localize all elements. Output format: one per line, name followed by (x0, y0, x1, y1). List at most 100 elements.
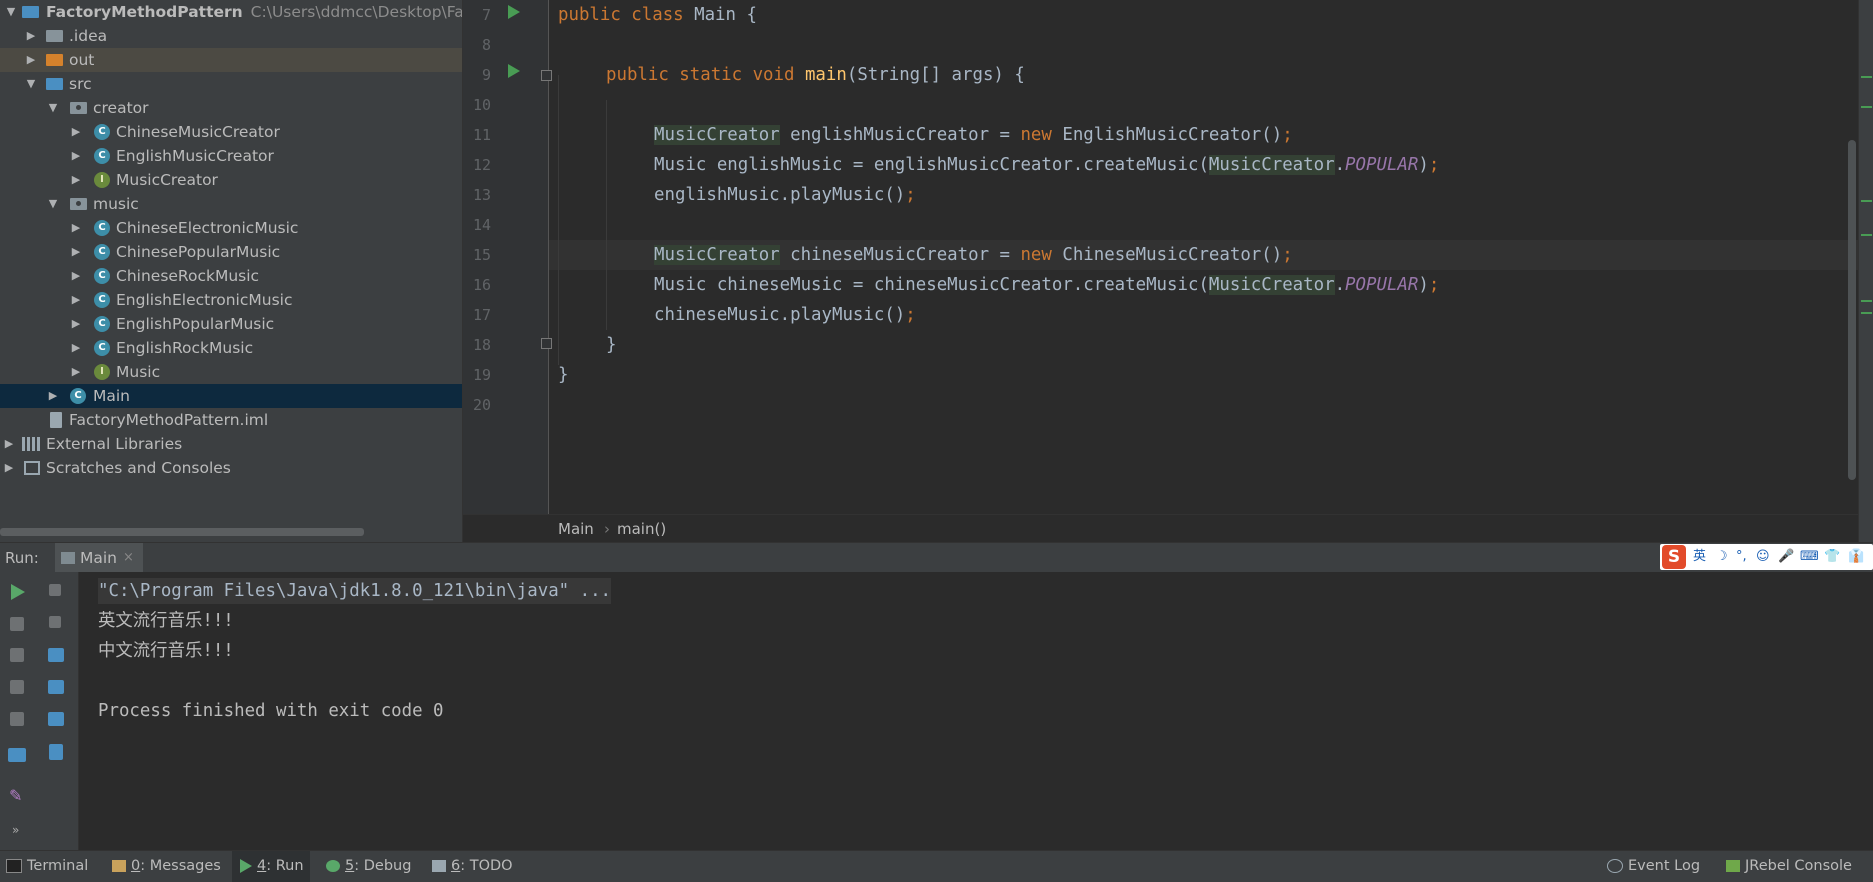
run-tool-tab[interactable]: 4: Run (232, 851, 310, 882)
dump-threads-icon[interactable] (10, 680, 24, 694)
code-token: MusicCreator (1208, 155, 1335, 175)
print-icon[interactable] (48, 712, 64, 726)
tree-root-factorymethodpattern[interactable]: ▼ FactoryMethodPattern C:\Users\ddmcc\Des… (0, 0, 462, 24)
close-icon[interactable]: × (123, 543, 134, 573)
tree-item-englishmusiccreator[interactable]: ▶ C EnglishMusicCreator (0, 144, 462, 168)
jrebel-icon (1726, 860, 1740, 872)
jrebel-console-tab[interactable]: JRebel Console (1726, 851, 1852, 882)
toolbox-icon[interactable]: 👔 (1848, 544, 1864, 570)
code-token: } (558, 365, 569, 385)
tree-item-music-package[interactable]: ▼ music (0, 192, 462, 216)
run-tab-main[interactable]: Main × (55, 543, 143, 573)
code-token: ; (1428, 275, 1440, 295)
debug-tab[interactable]: 5: Debug (326, 851, 411, 882)
runnable-class-icon: C (70, 388, 86, 404)
event-log-label: Event Log (1628, 858, 1701, 874)
tree-item-musiccreator[interactable]: ▶ I MusicCreator (0, 168, 462, 192)
more-icon[interactable]: » (12, 823, 28, 839)
tree-item-external-libraries[interactable]: ▶ External Libraries (0, 432, 462, 456)
chevron-right-icon[interactable]: ▶ (69, 216, 83, 240)
chevron-right-icon[interactable]: ▶ (69, 336, 83, 360)
todo-icon (432, 860, 446, 872)
tree-item-scratches[interactable]: ▶ Scratches and Consoles (0, 456, 462, 480)
chevron-down-icon[interactable]: ▼ (4, 0, 18, 24)
tree-item-englishelectronicmusic[interactable]: ▶ C EnglishElectronicMusic (0, 288, 462, 312)
chevron-right-icon[interactable]: ▶ (69, 120, 83, 144)
punctuation-icon[interactable]: °, (1736, 544, 1747, 570)
breadcrumb-item-main[interactable]: Main (558, 515, 594, 543)
code-line-7: public class Main { (558, 0, 757, 30)
chevron-right-icon[interactable]: ▶ (69, 288, 83, 312)
chevron-right-icon[interactable]: ▶ (24, 48, 38, 72)
tree-item-chinesepopularmusic[interactable]: ▶ C ChinesePopularMusic (0, 240, 462, 264)
chevron-right-icon[interactable]: ▶ (46, 384, 60, 408)
chevron-right-icon[interactable]: ▶ (69, 360, 83, 384)
tree-item-src[interactable]: ▼ src (0, 72, 462, 96)
class-icon: C (94, 148, 110, 164)
change-marker (1861, 234, 1872, 236)
chevron-right-icon[interactable]: ▶ (2, 456, 16, 480)
chevron-right-icon[interactable]: ▶ (69, 312, 83, 336)
tree-item-main[interactable]: ▶ C Main (0, 384, 462, 408)
jrebel-label: JRebel Console (1745, 858, 1852, 874)
chevron-right-icon[interactable]: ▶ (24, 24, 38, 48)
scroll-to-end-icon[interactable] (48, 680, 64, 694)
project-name: FactoryMethodPattern (46, 3, 243, 21)
rerun-icon[interactable] (11, 584, 25, 600)
tree-label: FactoryMethodPattern.iml (69, 411, 269, 429)
moon-icon[interactable]: ☽ (1716, 544, 1728, 570)
messages-tab[interactable]: 0: Messages (112, 851, 221, 882)
code-editor[interactable]: 7 8 9 10 11 12 13 14 15 16 17 18 19 20 p… (463, 0, 1858, 514)
microphone-icon[interactable]: 🎤 (1778, 544, 1794, 570)
tree-item-music-interface[interactable]: ▶ I Music (0, 360, 462, 384)
chevron-right-icon[interactable]: ▶ (69, 168, 83, 192)
code-token: ; (1428, 155, 1440, 175)
code-token: public class (558, 5, 684, 25)
chevron-right-icon[interactable]: ▶ (69, 264, 83, 288)
trash-icon[interactable] (49, 744, 63, 760)
run-gutter-icon[interactable] (508, 64, 520, 78)
sogou-logo-icon[interactable]: S (1662, 545, 1686, 569)
emoji-icon[interactable]: ☺ (1756, 544, 1770, 570)
chevron-right-icon[interactable]: ▶ (69, 240, 83, 264)
layout-icon[interactable] (8, 748, 26, 762)
run-console[interactable]: "C:\Program Files\Java\jdk1.8.0_121\bin\… (79, 572, 1873, 850)
breadcrumb-separator: › (604, 520, 610, 538)
chevron-down-icon[interactable]: ▼ (46, 96, 60, 120)
terminal-tab[interactable]: Terminal (6, 851, 88, 882)
up-arrow-icon[interactable] (49, 584, 61, 596)
tree-item-chinesemusiccreator[interactable]: ▶ C ChineseMusicCreator (0, 120, 462, 144)
horizontal-scrollbar[interactable] (0, 528, 364, 536)
tree-item-creator[interactable]: ▼ creator (0, 96, 462, 120)
tree-item-iml[interactable]: FactoryMethodPattern.iml (0, 408, 462, 432)
chevron-down-icon[interactable]: ▼ (24, 72, 38, 96)
tree-item-chineseelectronicmusic[interactable]: ▶ C ChineseElectronicMusic (0, 216, 462, 240)
exit-icon[interactable] (10, 712, 24, 726)
fold-icon[interactable] (541, 338, 552, 349)
breadcrumb-item-method[interactable]: main() (617, 515, 666, 543)
chevron-right-icon[interactable]: ▶ (2, 432, 16, 456)
fold-icon[interactable] (541, 70, 552, 81)
editor-vertical-scrollbar[interactable] (1848, 140, 1856, 480)
stop-icon[interactable] (10, 617, 24, 631)
skin-icon[interactable]: 👕 (1824, 544, 1840, 570)
todo-tab[interactable]: 6: TODO (432, 851, 513, 882)
console-line: 中文流行音乐!!! (98, 641, 234, 661)
pin-icon[interactable]: ✎ (9, 786, 25, 805)
tree-item-englishpopularmusic[interactable]: ▶ C EnglishPopularMusic (0, 312, 462, 336)
code-token: ; (905, 305, 916, 325)
tree-item-out[interactable]: ▶ out (0, 48, 462, 72)
event-log-tab[interactable]: Event Log (1607, 851, 1700, 882)
keyboard-icon[interactable]: ⌨ (1800, 544, 1819, 570)
soft-wrap-icon[interactable] (48, 648, 64, 662)
down-arrow-icon[interactable] (49, 616, 61, 628)
run-gutter-icon[interactable] (508, 5, 520, 19)
tree-label: ChinesePopularMusic (116, 243, 281, 261)
pause-icon[interactable] (10, 648, 24, 662)
tree-item-chineserockmusic[interactable]: ▶ C ChineseRockMusic (0, 264, 462, 288)
chevron-down-icon[interactable]: ▼ (46, 192, 60, 216)
tree-item-idea[interactable]: ▶ .idea (0, 24, 462, 48)
chevron-right-icon[interactable]: ▶ (69, 144, 83, 168)
tree-item-englishrockmusic[interactable]: ▶ C EnglishRockMusic (0, 336, 462, 360)
ime-language-toggle[interactable]: 英 (1693, 544, 1706, 570)
